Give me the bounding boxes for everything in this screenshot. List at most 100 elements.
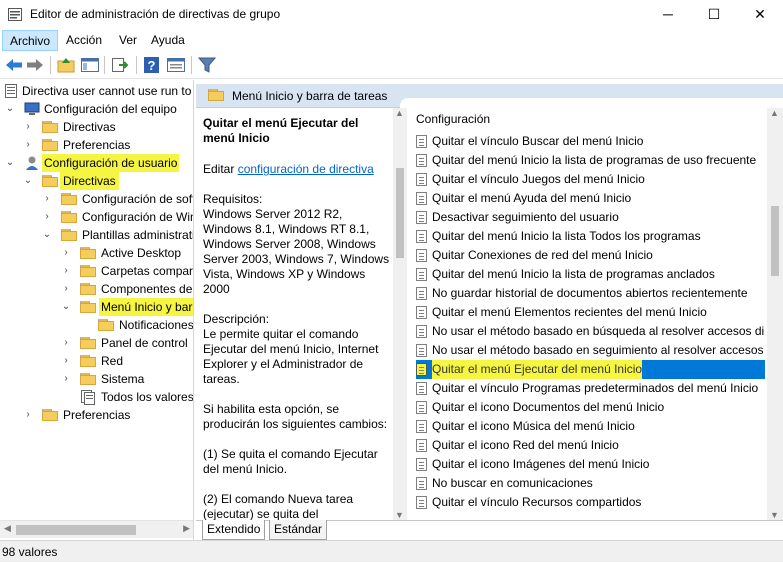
policy-setting-row[interactable]: Quitar del menú Inicio la lista de progr… — [416, 265, 765, 284]
description-scrollbar[interactable]: ▲ ▼ — [393, 108, 407, 520]
edit-policy-link[interactable]: configuración de directiva — [238, 162, 374, 176]
user-icon — [26, 156, 38, 170]
policy-setting-row[interactable]: Quitar el vínculo Programas predetermina… — [416, 379, 765, 398]
chevron-right-icon[interactable]: › — [60, 370, 72, 388]
policy-setting-icon — [416, 135, 427, 148]
chevron-right-icon[interactable]: › — [60, 280, 72, 298]
settings-list: Configuración Quitar el vínculo Buscar d… — [408, 108, 765, 520]
chevron-right-icon[interactable]: › — [60, 244, 72, 262]
tree-active-desktop-label: Active Desktop — [101, 246, 182, 260]
chevron-right-icon[interactable]: › — [41, 190, 53, 208]
policy-setting-label: Quitar el vínculo Buscar del menú Inicio — [432, 134, 644, 148]
chevron-down-icon[interactable]: ⌄ — [4, 100, 16, 118]
scroll-down-icon[interactable]: ▼ — [770, 510, 779, 520]
chevron-right-icon[interactable]: › — [22, 406, 34, 424]
tab-extended[interactable]: Extendido — [202, 520, 266, 540]
tree-admin-templates-label: Plantillas administrativas — [82, 228, 193, 242]
tab-standard[interactable]: Estándar — [269, 520, 328, 540]
folder-icon — [61, 229, 77, 241]
policy-setting-label: No usar el método basado en seguimiento … — [432, 343, 765, 357]
policy-setting-row[interactable]: Quitar el vínculo Recursos compartidos — [416, 493, 765, 512]
settings-column-header[interactable]: Configuración — [416, 112, 490, 126]
folder-icon — [42, 175, 58, 187]
tree-control-panel-label: Panel de control — [101, 336, 188, 350]
tree-computer-config-label: Configuración del equipo — [44, 102, 177, 116]
gpedit-app-icon — [8, 8, 22, 21]
properties-view-icon[interactable] — [166, 56, 186, 74]
edit-prefix: Editar — [203, 162, 238, 176]
settings-scrollbar[interactable]: ▲ ▼ — [767, 108, 783, 520]
maximize-button[interactable]: ☐ — [691, 0, 737, 30]
policy-setting-row[interactable]: Quitar el icono Imágenes del menú Inicio — [416, 455, 765, 474]
policy-setting-row[interactable]: Quitar el menú Ejecutar del menú Inicio — [416, 360, 765, 379]
export-list-icon[interactable] — [110, 56, 130, 74]
folder-icon — [80, 247, 96, 259]
tree-user-policies-label: Directivas — [60, 172, 119, 190]
details-pane: Menú Inicio y barra de tareas Quitar el … — [196, 80, 783, 540]
chevron-down-icon[interactable]: ⌄ — [4, 154, 16, 172]
tree-shared-folders-label: Carpetas compartidas — [101, 264, 194, 278]
back-arrow-icon[interactable] — [4, 56, 24, 74]
scroll-left-icon[interactable]: ◀ — [4, 523, 11, 534]
policy-document-icon — [5, 84, 17, 98]
policy-setting-label: Quitar el icono Imágenes del menú Inicio — [432, 457, 650, 471]
policy-setting-row[interactable]: Quitar el icono Música del menú Inicio — [416, 417, 765, 436]
show-hide-tree-icon[interactable] — [80, 56, 100, 74]
scroll-right-icon[interactable]: ▶ — [183, 523, 190, 534]
policy-setting-row[interactable]: Quitar del menú Inicio la lista Todos lo… — [416, 227, 765, 246]
close-button[interactable]: ✕ — [737, 0, 783, 30]
chevron-right-icon[interactable]: › — [60, 262, 72, 280]
tree-computer-policies-label: Directivas — [63, 120, 116, 134]
policy-setting-row[interactable]: Quitar Conexiones de red del menú Inicio — [416, 246, 765, 265]
policy-setting-row[interactable]: No usar el método basado en búsqueda al … — [416, 322, 765, 341]
policy-setting-row[interactable]: No buscar en comunicaciones — [416, 474, 765, 493]
chevron-right-icon[interactable]: › — [41, 208, 53, 226]
minimize-button[interactable]: ─ — [645, 0, 691, 30]
chevron-down-icon[interactable]: ⌄ — [41, 226, 53, 244]
folder-icon — [80, 373, 96, 385]
policy-setting-row[interactable]: Desactivar seguimiento del usuario — [416, 208, 765, 227]
forward-arrow-icon[interactable] — [25, 56, 45, 74]
policy-setting-label: Quitar el menú Ejecutar del menú Inicio — [432, 360, 643, 379]
scroll-thumb[interactable] — [771, 206, 779, 276]
chevron-right-icon[interactable]: › — [60, 352, 72, 370]
chevron-right-icon[interactable]: › — [22, 118, 34, 136]
help-icon[interactable]: ? — [142, 56, 162, 74]
folder-icon — [61, 193, 77, 205]
policy-setting-row[interactable]: Quitar el menú Elementos recientes del m… — [416, 303, 765, 322]
chevron-right-icon[interactable]: › — [60, 334, 72, 352]
up-folder-icon[interactable] — [56, 56, 76, 74]
scroll-up-icon[interactable]: ▲ — [770, 108, 779, 118]
tree-horizontal-scrollbar[interactable]: ◀ ▶ — [0, 520, 193, 538]
policy-setting-row[interactable]: Quitar el icono Documentos del menú Inic… — [416, 398, 765, 417]
policy-setting-icon — [416, 344, 427, 357]
policy-description: Quitar el menú Ejecutar del menú Inicio … — [196, 108, 396, 520]
policy-setting-row[interactable]: Quitar el menú Ayuda del menú Inicio — [416, 189, 765, 208]
filter-icon[interactable] — [197, 56, 217, 74]
chevron-down-icon[interactable]: ⌄ — [22, 172, 34, 190]
window-title: Editor de administración de directivas d… — [30, 7, 281, 21]
menu-ayuda[interactable]: Ayuda — [144, 30, 192, 51]
policy-setting-row[interactable]: No guardar historial de documentos abier… — [416, 284, 765, 303]
policy-setting-row[interactable]: No usar el método basado en seguimiento … — [416, 341, 765, 360]
scroll-thumb[interactable] — [16, 525, 136, 535]
policy-setting-row[interactable]: Quitar el icono Red del menú Inicio — [416, 436, 765, 455]
menu-accion[interactable]: Acción — [59, 30, 109, 51]
policy-setting-row[interactable]: Quitar del menú Inicio la lista de progr… — [416, 151, 765, 170]
policy-setting-icon — [416, 268, 427, 281]
computer-icon — [24, 102, 40, 115]
policy-setting-row[interactable]: Quitar el vínculo Juegos del menú Inicio — [416, 170, 765, 189]
menu-archivo[interactable]: Archivo — [2, 30, 59, 51]
scroll-up-icon[interactable]: ▲ — [395, 108, 404, 118]
toolbar: ? — [0, 52, 783, 79]
chevron-right-icon[interactable]: › — [22, 136, 34, 154]
folder-icon — [42, 121, 58, 133]
menu-ver[interactable]: Ver — [112, 30, 144, 51]
folder-open-icon — [208, 89, 224, 101]
chevron-down-icon[interactable]: ⌄ — [60, 298, 72, 316]
policy-setting-label: Desactivar seguimiento del usuario — [432, 210, 619, 224]
folder-icon — [42, 409, 58, 421]
scroll-down-icon[interactable]: ▼ — [395, 510, 404, 520]
scroll-thumb[interactable] — [396, 168, 404, 258]
policy-setting-row[interactable]: Quitar el vínculo Buscar del menú Inicio — [416, 132, 765, 151]
